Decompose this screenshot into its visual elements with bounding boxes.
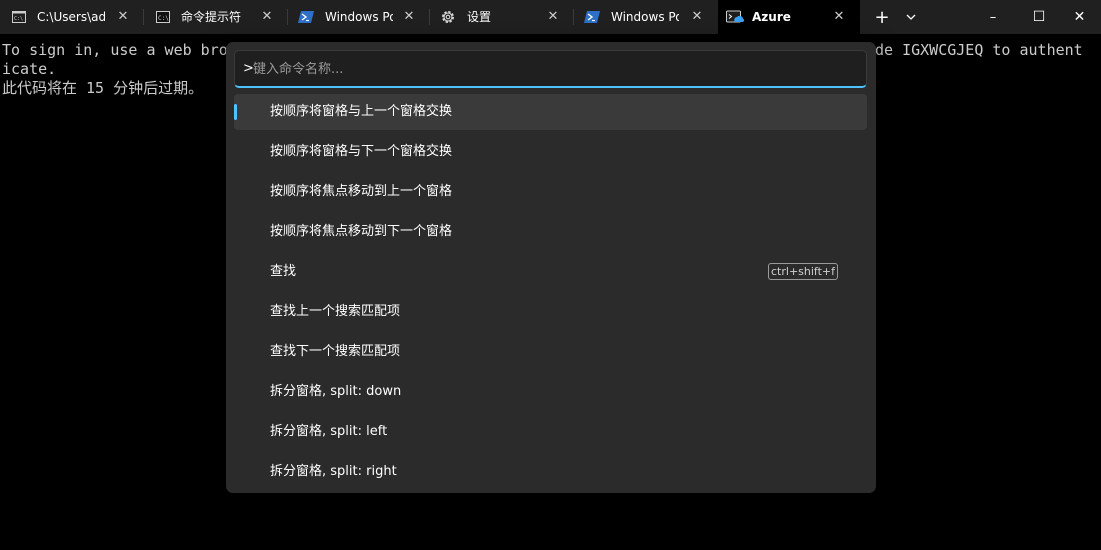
command-palette: > 按顺序将窗格与上一个窗格交换 按顺序将窗格与下一个窗格交换 按顺序将焦点移动… bbox=[226, 42, 876, 493]
close-tab-icon[interactable]: ✕ bbox=[402, 10, 416, 24]
command-label: 拆分窗格, split: down bbox=[270, 384, 402, 399]
powershell-icon bbox=[584, 10, 600, 24]
terminal-line-1-right: de IGXWCGJEQ to authent bbox=[875, 41, 1083, 59]
command-item-swap-pane-next[interactable]: 按顺序将窗格与下一个窗格交换 bbox=[234, 134, 867, 170]
command-item-swap-pane-previous[interactable]: 按顺序将窗格与上一个窗格交换 bbox=[234, 94, 867, 130]
tab-label: Azure bbox=[752, 10, 791, 24]
tab-label: 命令提示符 bbox=[181, 10, 242, 24]
command-item-find-previous-match[interactable]: 查找上一个搜索匹配项 bbox=[234, 294, 867, 330]
terminal-line-3: 此代码将在 15 分钟后过期。 bbox=[2, 79, 204, 97]
tab-windows-powershell-2[interactable]: Windows Po ✕ bbox=[574, 0, 718, 34]
command-item-split-pane-right[interactable]: 拆分窗格, split: right bbox=[234, 454, 867, 490]
command-label: 按顺序将窗格与下一个窗格交换 bbox=[270, 144, 453, 159]
close-tab-icon[interactable]: ✕ bbox=[690, 10, 704, 24]
command-item-focus-previous-pane[interactable]: 按顺序将焦点移动到上一个窗格 bbox=[234, 174, 867, 210]
terminal-line-1-left: To sign in, use a web bro bbox=[2, 41, 228, 59]
command-label: 拆分窗格, split: left bbox=[270, 424, 388, 439]
command-item-find[interactable]: 查找 ctrl+shift+f bbox=[234, 254, 867, 290]
command-label: 查找上一个搜索匹配项 bbox=[270, 304, 401, 319]
powershell-icon bbox=[298, 10, 314, 24]
command-item-split-pane-down[interactable]: 拆分窗格, split: down bbox=[234, 374, 867, 410]
command-label: 按顺序将窗格与上一个窗格交换 bbox=[270, 104, 453, 119]
maximize-button[interactable]: ☐ bbox=[1016, 0, 1062, 34]
svg-text:C:\: C:\ bbox=[14, 16, 23, 22]
cmd-icon: C:\ bbox=[156, 10, 170, 24]
tab-label: Windows Po bbox=[611, 10, 679, 24]
close-tab-icon[interactable]: ✕ bbox=[116, 10, 130, 24]
tab-cmd-users[interactable]: C:\ C:\Users\adr ✕ bbox=[0, 0, 144, 34]
tab-label: Windows Po bbox=[325, 10, 393, 24]
azure-cloud-shell-icon bbox=[726, 10, 745, 24]
command-search-input[interactable] bbox=[253, 57, 853, 81]
cmd-small-icon: C:\ bbox=[12, 10, 26, 24]
tab-azure[interactable]: Azure ✕ bbox=[718, 0, 860, 34]
command-label: 查找下一个搜索匹配项 bbox=[270, 344, 401, 359]
keyboard-shortcut: ctrl+shift+f bbox=[768, 263, 838, 280]
tab-label: 设置 bbox=[467, 10, 492, 24]
command-item-focus-next-pane[interactable]: 按顺序将焦点移动到下一个窗格 bbox=[234, 214, 867, 250]
command-search-box[interactable]: > bbox=[234, 50, 867, 88]
selection-indicator bbox=[234, 104, 237, 120]
tab-windows-powershell-1[interactable]: Windows Po ✕ bbox=[288, 0, 430, 34]
tab-settings[interactable]: 设置 ✕ bbox=[430, 0, 574, 34]
tab-label: C:\Users\adr bbox=[37, 10, 105, 24]
command-label: 拆分窗格, split: right bbox=[270, 464, 397, 479]
close-window-button[interactable]: ✕ bbox=[1058, 0, 1101, 34]
new-tab-button[interactable]: + bbox=[868, 0, 896, 34]
close-tab-icon[interactable]: ✕ bbox=[832, 10, 846, 24]
command-item-split-pane-left[interactable]: 拆分窗格, split: left bbox=[234, 414, 867, 450]
command-label: 查找 bbox=[270, 264, 297, 279]
chevron-down-icon bbox=[906, 14, 916, 20]
tab-command-prompt[interactable]: C:\ 命令提示符 ✕ bbox=[144, 0, 288, 34]
tab-dropdown-button[interactable] bbox=[898, 0, 924, 34]
gear-icon bbox=[440, 9, 456, 25]
command-item-find-next-match[interactable]: 查找下一个搜索匹配项 bbox=[234, 334, 867, 370]
command-label: 按顺序将焦点移动到上一个窗格 bbox=[270, 184, 453, 199]
close-tab-icon[interactable]: ✕ bbox=[546, 10, 560, 24]
minimize-button[interactable]: – bbox=[970, 0, 1016, 34]
terminal-line-2: icate. bbox=[2, 60, 57, 78]
close-tab-icon[interactable]: ✕ bbox=[260, 10, 274, 24]
command-label: 按顺序将焦点移动到下一个窗格 bbox=[270, 224, 453, 239]
tab-bar: C:\ C:\Users\adr ✕ C:\ 命令提示符 ✕ Windows P… bbox=[0, 0, 1101, 34]
svg-text:C:\: C:\ bbox=[158, 15, 169, 22]
